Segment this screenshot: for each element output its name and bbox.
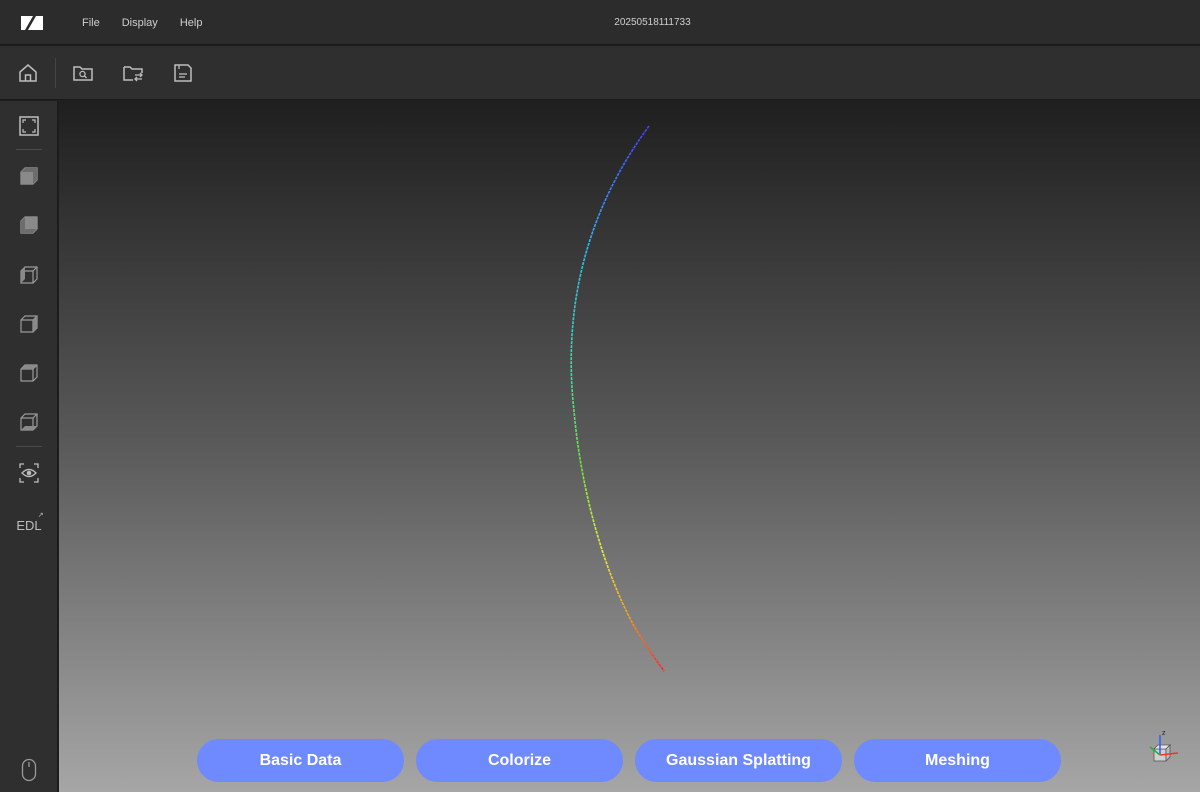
- view-left-button[interactable]: [15, 261, 43, 289]
- view-front-button[interactable]: [15, 162, 43, 190]
- axis-z-label: z: [1162, 730, 1166, 737]
- bottom-tab-bar: Basic Data Colorize Gaussian Splatting M…: [59, 739, 1200, 783]
- tab-colorize[interactable]: Colorize: [416, 739, 623, 782]
- view-cube-top-icon: [20, 364, 38, 382]
- edl-arrow-icon: ↗: [37, 511, 44, 519]
- toolbar-divider: [55, 58, 56, 88]
- home-icon: [19, 64, 37, 82]
- view-right-button[interactable]: [15, 310, 43, 338]
- edl-button[interactable]: EDL ↗: [15, 511, 43, 539]
- sidebar-divider: [16, 446, 42, 447]
- toolbar: [0, 46, 1200, 100]
- menu-display[interactable]: Display: [122, 17, 158, 29]
- view-top-button[interactable]: [15, 359, 43, 387]
- eye-focus-button[interactable]: [15, 459, 43, 487]
- tab-basic-data[interactable]: Basic Data: [197, 739, 404, 782]
- mouse-icon: [21, 758, 37, 782]
- fit-view-button[interactable]: [15, 112, 43, 140]
- import-button[interactable]: [120, 60, 146, 86]
- menu-file[interactable]: File: [82, 17, 100, 29]
- app-logo-icon: [21, 16, 43, 30]
- view-cube-back-icon: [20, 216, 38, 234]
- save-button[interactable]: [170, 60, 196, 86]
- point-cloud-curve: [570, 125, 665, 672]
- open-search-button[interactable]: [70, 60, 96, 86]
- 3d-viewport[interactable]: Basic Data Colorize Gaussian Splatting M…: [59, 101, 1200, 792]
- folder-swap-icon: [123, 66, 143, 82]
- menu-help[interactable]: Help: [180, 17, 203, 29]
- home-button[interactable]: [15, 60, 41, 86]
- menu-bar: File Display Help: [82, 0, 202, 45]
- view-back-button[interactable]: [15, 211, 43, 239]
- tab-gaussian-splatting[interactable]: Gaussian Splatting: [635, 739, 842, 782]
- title-bar: File Display Help 20250518111733: [0, 0, 1200, 45]
- save-icon: [174, 64, 192, 82]
- edl-icon: EDL ↗: [16, 512, 43, 533]
- view-sidebar: EDL ↗: [0, 101, 58, 792]
- view-cube-front-icon: [20, 167, 38, 185]
- axis-gizmo-icon: z: [1149, 730, 1179, 762]
- fit-view-icon: [19, 116, 39, 136]
- view-cube-left-icon: [20, 266, 38, 284]
- mouse-mode-button[interactable]: [15, 756, 43, 784]
- edl-label: EDL: [16, 517, 42, 533]
- tab-meshing[interactable]: Meshing: [854, 739, 1061, 782]
- sidebar-divider: [16, 149, 42, 150]
- view-bottom-button[interactable]: [15, 408, 43, 436]
- eye-focus-icon: [19, 463, 39, 483]
- folder-search-icon: [73, 66, 93, 81]
- view-cube-bottom-icon: [20, 413, 38, 431]
- view-cube-right-icon: [20, 315, 38, 333]
